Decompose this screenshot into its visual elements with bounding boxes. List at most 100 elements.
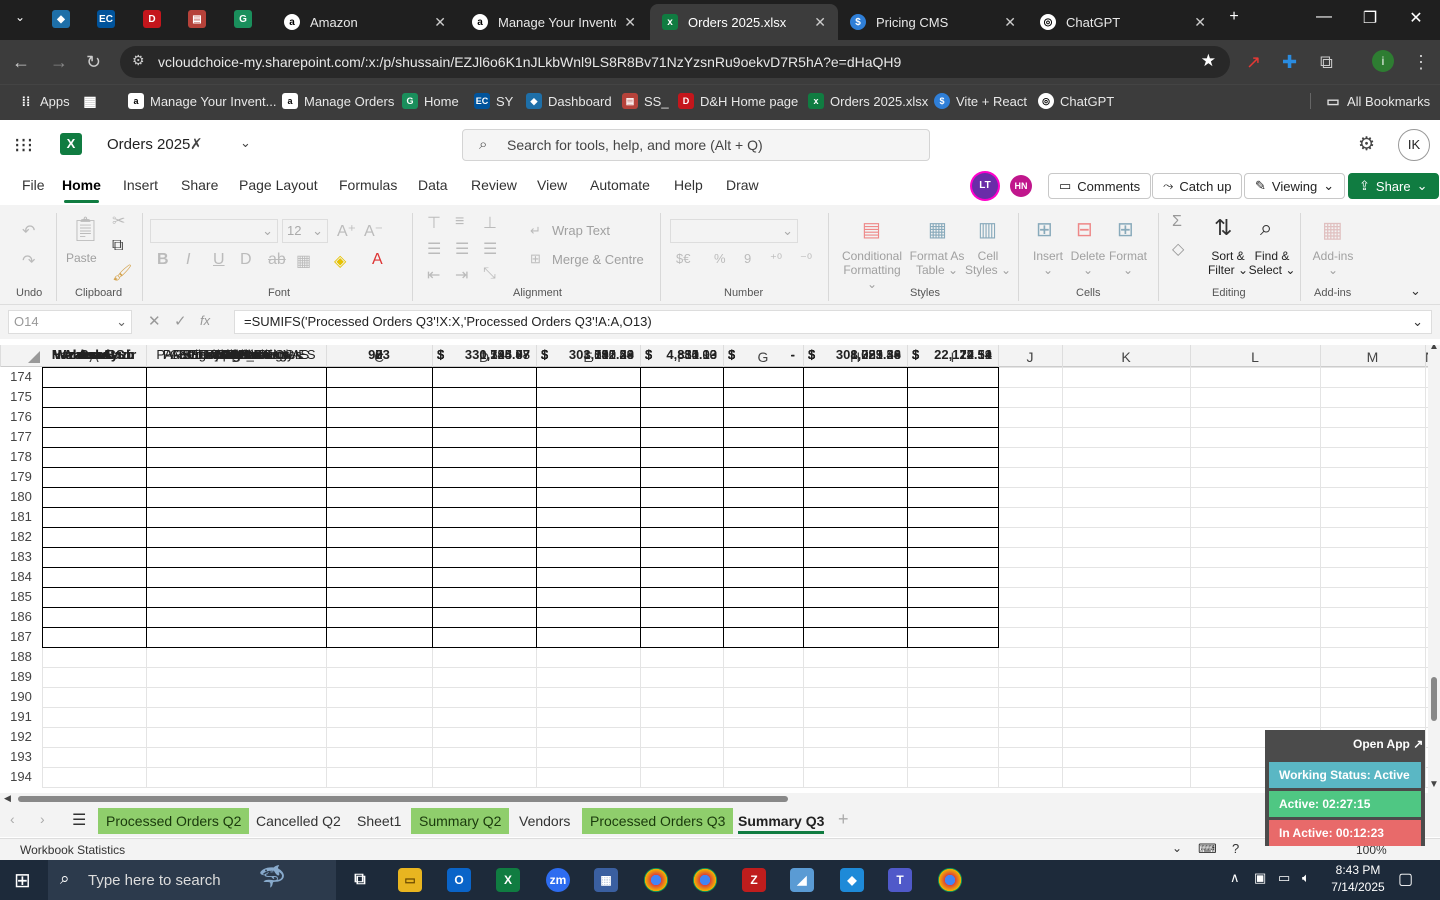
close-icon[interactable]: ✕ <box>1004 14 1016 31</box>
clock-time[interactable]: 8:43 PM <box>1332 863 1384 877</box>
name-box[interactable]: O14 ⌄ <box>8 310 132 334</box>
sort-filter-button[interactable]: Sort & Filter ⌄ <box>1204 249 1252 277</box>
bookmark-vite-react[interactable]: $ Vite + React <box>934 93 1027 109</box>
expand-formula-icon[interactable]: ⌄ <box>1412 311 1423 333</box>
minimize-icon[interactable]: — <box>1312 8 1336 26</box>
add-ins-icon[interactable]: ▦ <box>1322 217 1343 243</box>
horizontal-scrollbar[interactable]: ◀ <box>0 793 1440 805</box>
cut-icon[interactable]: ✂ <box>112 211 125 231</box>
address-bar[interactable]: ⚙ vcloudchoice-my.sharepoint.com/:x:/p/s… <box>120 46 1230 78</box>
excel-logo-icon[interactable]: X <box>60 133 82 155</box>
align-center-icon[interactable]: ☰ <box>455 239 469 259</box>
confirm-formula-icon[interactable]: ✓ <box>174 312 187 330</box>
row-header[interactable]: 192 <box>0 727 42 747</box>
increase-indent-icon[interactable]: ⇥ <box>455 265 468 285</box>
align-bottom-icon[interactable]: ⊥ <box>483 213 497 233</box>
chrome-icon[interactable] <box>693 868 717 892</box>
align-left-icon[interactable]: ☰ <box>427 239 441 259</box>
menu-page-layout[interactable]: Page Layout <box>239 177 318 193</box>
number-format-dropdown[interactable]: ⌄ <box>670 219 798 243</box>
restore-icon[interactable]: ❐ <box>1358 8 1382 28</box>
cell-c[interactable]: 993 <box>326 345 432 365</box>
clock-date[interactable]: 7/14/2025 <box>1330 880 1386 894</box>
cell-e[interactable]: 303,192.23 <box>552 345 634 365</box>
table-row[interactable] <box>0 527 1000 547</box>
row-header[interactable]: 189 <box>0 667 42 687</box>
column-header[interactable]: L <box>1190 349 1320 365</box>
scroll-down-icon[interactable]: ▼ <box>1429 779 1439 790</box>
network-icon[interactable]: ▭ <box>1278 870 1290 886</box>
forward-icon[interactable]: → <box>50 52 68 73</box>
row-header[interactable]: 188 <box>0 647 42 667</box>
bold-icon[interactable]: B <box>157 251 169 269</box>
user-avatar[interactable]: IK <box>1398 129 1430 161</box>
tab-manage-inventory[interactable]: a Manage Your Inventory ✕ <box>460 4 648 40</box>
cell-b[interactable]: 185 <box>146 345 326 365</box>
table-row[interactable] <box>0 467 1000 487</box>
keyboard-icon[interactable]: ⌨ <box>1198 841 1217 857</box>
percent-format-button[interactable]: % <box>714 251 726 266</box>
cell-styles-icon[interactable]: ▥ <box>978 217 997 242</box>
table-row[interactable] <box>0 447 1000 467</box>
cell-d[interactable]: 330,145.87 <box>448 345 530 365</box>
bookmark-grid[interactable]: ▦ <box>82 93 104 109</box>
document-title[interactable]: Orders 2025 <box>107 136 190 153</box>
app-diamond-icon[interactable]: ◆ <box>840 868 864 892</box>
cell-h[interactable]: 308,023.36 <box>819 345 901 365</box>
pinned-tab-icon[interactable]: EC <box>97 10 115 28</box>
find-select-icon[interactable]: ⌕ <box>1260 215 1272 241</box>
pinned-tab-icon[interactable]: ◆ <box>52 10 70 28</box>
conditional-formatting-button[interactable]: Conditional Formatting ⌄ <box>840 249 904 291</box>
scroll-up-icon[interactable]: ▲ <box>1429 345 1439 352</box>
format-cells-button[interactable]: Format ⌄ <box>1106 249 1150 277</box>
close-window-icon[interactable]: ✕ <box>1404 8 1428 28</box>
bookmark-home[interactable]: G Home <box>402 93 459 109</box>
app-launcher-icon[interactable]: ⁝⁝⁝ <box>14 133 33 158</box>
redo-icon[interactable]: ↷ <box>22 251 35 271</box>
comments-button[interactable]: ▭ Comments <box>1048 173 1152 199</box>
bookmark-dh-home[interactable]: D D&H Home page <box>678 93 798 109</box>
table-row[interactable] <box>0 607 1000 627</box>
font-family-dropdown[interactable]: ⌄ <box>150 219 278 243</box>
workbook-statistics[interactable]: Workbook Statistics <box>20 843 125 857</box>
align-right-icon[interactable]: ☰ <box>483 239 497 259</box>
column-header[interactable]: K <box>1062 349 1190 365</box>
settings-gear-icon[interactable]: ⚙ <box>1358 133 1375 156</box>
close-icon[interactable]: ✕ <box>814 14 826 31</box>
table-row[interactable] <box>0 507 1000 527</box>
table-row[interactable] <box>0 427 1000 447</box>
close-icon[interactable]: ✕ <box>434 14 446 31</box>
menu-draw[interactable]: Draw <box>726 177 759 193</box>
tray-app-icon[interactable]: ▣ <box>1254 870 1266 886</box>
row-header[interactable]: 190 <box>0 687 42 707</box>
bookmark-chatgpt[interactable]: ◎ ChatGPT <box>1038 93 1114 109</box>
bookmark-apps[interactable]: ⁞⁞ Apps <box>18 93 70 109</box>
sheet-tab-summary-q2[interactable]: Summary Q2 <box>411 808 510 834</box>
increase-decimal-icon[interactable]: ⁺⁰ <box>770 251 782 267</box>
close-icon[interactable]: ✕ <box>1194 14 1206 31</box>
pinned-tab-icon[interactable]: G <box>234 10 252 28</box>
extensions-puzzle-icon[interactable]: ⧉ <box>1320 52 1333 73</box>
catch-up-button[interactable]: ⤳ Catch up <box>1152 173 1243 199</box>
merge-icon[interactable]: ⊞ <box>530 251 541 267</box>
taskbar-search-input[interactable]: ⌕ Type here to search 🦈︎ <box>48 860 336 900</box>
table-row[interactable] <box>0 547 1000 567</box>
open-app-button[interactable]: Open App ↗ <box>1353 737 1423 751</box>
task-view-icon[interactable]: ⧉ <box>348 868 372 892</box>
menu-file[interactable]: File <box>22 177 45 193</box>
chevron-left-icon[interactable]: ‹ <box>10 811 15 827</box>
pinned-tab-icon[interactable]: D <box>143 10 161 28</box>
outlook-icon[interactable]: O <box>447 868 471 892</box>
vertical-scrollbar[interactable]: ▲ ▼ <box>1428 345 1440 793</box>
sheet-tab-vendors[interactable]: Vendors <box>511 808 578 834</box>
sheet-tab-processed-orders-q3[interactable]: Processed Orders Q3 <box>582 808 734 834</box>
cell-i[interactable]: 22,122.51 <box>923 345 992 365</box>
decrease-indent-icon[interactable]: ⇤ <box>427 265 440 285</box>
wrap-text-icon[interactable]: ↵ <box>530 223 541 239</box>
bookmark-star-icon[interactable]: ★ <box>1201 51 1216 71</box>
format-painter-icon[interactable]: 🖌︎ <box>112 263 132 283</box>
menu-data[interactable]: Data <box>418 177 448 193</box>
all-bookmarks[interactable]: ▭ All Bookmarks <box>1310 93 1430 109</box>
double-underline-icon[interactable]: D <box>240 251 252 269</box>
cell-g[interactable]: - <box>739 345 795 365</box>
